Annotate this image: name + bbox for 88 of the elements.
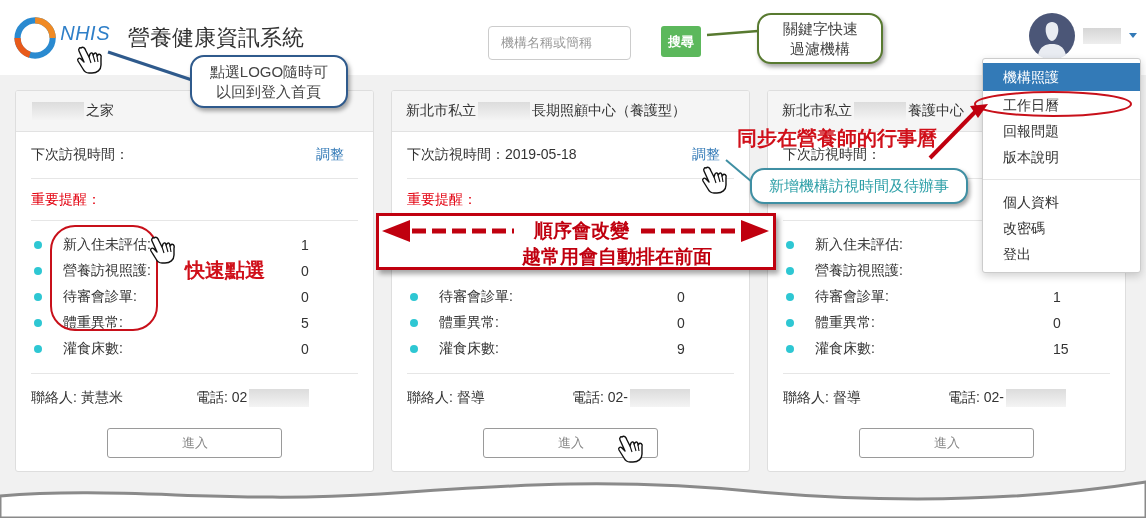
stat-label[interactable]: 營養訪視照護: — [63, 262, 151, 280]
contact-text: 聯絡人: 督導 — [407, 388, 486, 407]
stat-value: 0 — [677, 315, 685, 331]
menu-item[interactable]: 工作日曆 — [983, 92, 1140, 118]
annotation-text: 快速點選 — [185, 258, 265, 283]
redaction-mark — [854, 102, 906, 120]
bullet-dot — [34, 267, 42, 275]
hand-cursor-icon — [700, 165, 730, 195]
stat-value: 0 — [301, 289, 309, 305]
enter-button[interactable]: 進入 — [107, 428, 282, 458]
redaction-mark — [478, 102, 530, 120]
bullet-dot — [786, 293, 794, 301]
hand-cursor-icon — [616, 434, 646, 464]
bullet-dot — [410, 345, 418, 353]
redaction-mark — [32, 102, 84, 120]
menu-item[interactable]: 個人資料 — [983, 189, 1140, 215]
bullet-dot — [786, 241, 794, 249]
card-title: 之家 — [86, 102, 114, 120]
banner-text: 順序會改變 — [534, 219, 629, 243]
stat-value: 0 — [1053, 315, 1061, 331]
card-title: 養護中心 — [908, 102, 964, 120]
phone-text: 電話: 02- — [572, 388, 628, 407]
menu-item[interactable]: 版本說明 — [983, 144, 1140, 170]
logo-text[interactable]: NHIS — [60, 22, 110, 45]
stat-label[interactable]: 待審會診單: — [439, 288, 513, 306]
callout: 新增機構訪視時間及待辦事 — [750, 168, 968, 204]
stat-label[interactable]: 待審會診單: — [63, 288, 137, 306]
enter-button[interactable]: 進入 — [859, 428, 1034, 458]
bullet-dot — [786, 345, 794, 353]
stat-label[interactable]: 營養訪視照護: — [815, 262, 903, 280]
stat-value: 0 — [677, 289, 685, 305]
redaction-mark — [630, 388, 690, 407]
stat-label[interactable]: 灌食床數: — [63, 340, 123, 358]
bullet-dot — [786, 319, 794, 327]
redaction-mark — [1083, 27, 1121, 44]
reminder-label: 重要提醒： — [31, 190, 101, 209]
card-title: 長期照顧中心（養護型） — [532, 102, 686, 120]
menu-item[interactable]: 改密碼 — [983, 215, 1140, 241]
contact-text: 聯絡人: 黃慧米 — [31, 388, 124, 407]
bullet-dot — [34, 319, 42, 327]
menu-item[interactable]: 登出 — [983, 241, 1140, 267]
stat-label[interactable]: 灌食床數: — [815, 340, 875, 358]
stat-value: 0 — [301, 341, 309, 357]
redaction-mark — [249, 388, 310, 407]
phone-text: 電話: 02 — [196, 388, 248, 407]
annotation-text: 同步在營養師的行事曆 — [737, 126, 937, 149]
stat-label[interactable]: 灌食床數: — [439, 340, 499, 358]
bullet-dot — [34, 345, 42, 353]
banner-text: 越常用會自動排在前面 — [522, 245, 712, 269]
stat-label[interactable]: 體重異常: — [63, 314, 123, 332]
bullet-dot — [786, 267, 794, 275]
reminder-label: 重要提醒： — [407, 190, 477, 209]
bullet-dot — [34, 241, 42, 249]
phone-text: 電話: 02- — [948, 388, 1004, 407]
hand-cursor-icon — [148, 235, 178, 265]
callout: 關鍵字快速 過濾機構 — [757, 13, 883, 64]
menu-item[interactable]: 機構照護 — [983, 63, 1140, 91]
next-visit-text: 下次訪視時間：2019-05-18 — [407, 146, 577, 164]
adjust-link[interactable]: 調整 — [692, 146, 720, 164]
bullet-dot — [34, 293, 42, 301]
caret-icon[interactable] — [1129, 33, 1137, 38]
stat-label[interactable]: 體重異常: — [439, 314, 499, 332]
search-field[interactable]: 機構名稱或簡稱 — [488, 25, 631, 60]
stat-value: 9 — [677, 341, 685, 357]
stat-label[interactable]: 新入住未評估: — [63, 236, 151, 254]
stat-label[interactable]: 體重異常: — [815, 314, 875, 332]
redaction-mark — [1006, 388, 1066, 407]
stat-label[interactable]: 待審會診單: — [815, 288, 889, 306]
card-title: 新北市私立 — [406, 102, 476, 120]
contact-text: 聯絡人: 督導 — [783, 388, 862, 407]
callout: 點選LOGO隨時可 以回到登入首頁 — [190, 55, 348, 108]
avatar-icon[interactable] — [1029, 12, 1075, 59]
enter-button[interactable]: 進入 — [483, 428, 658, 458]
stat-value: 1 — [1053, 289, 1061, 305]
app-title: 營養健康資訊系統 — [128, 23, 305, 52]
stat-value: 15 — [1053, 341, 1069, 357]
stat-value: 5 — [301, 315, 309, 331]
bullet-dot — [410, 293, 418, 301]
adjust-link[interactable]: 調整 — [316, 146, 344, 164]
stat-value: 1 — [301, 237, 309, 253]
card-title: 新北市私立 — [782, 102, 852, 120]
menu-item[interactable]: 回報問題 — [983, 118, 1140, 144]
next-visit-text: 下次訪視時間： — [31, 146, 129, 164]
leader-line — [706, 29, 759, 37]
bullet-dot — [410, 319, 418, 327]
stat-label[interactable]: 新入住未評估: — [815, 236, 903, 254]
leader-line — [725, 159, 753, 183]
stat-value: 0 — [301, 263, 309, 279]
